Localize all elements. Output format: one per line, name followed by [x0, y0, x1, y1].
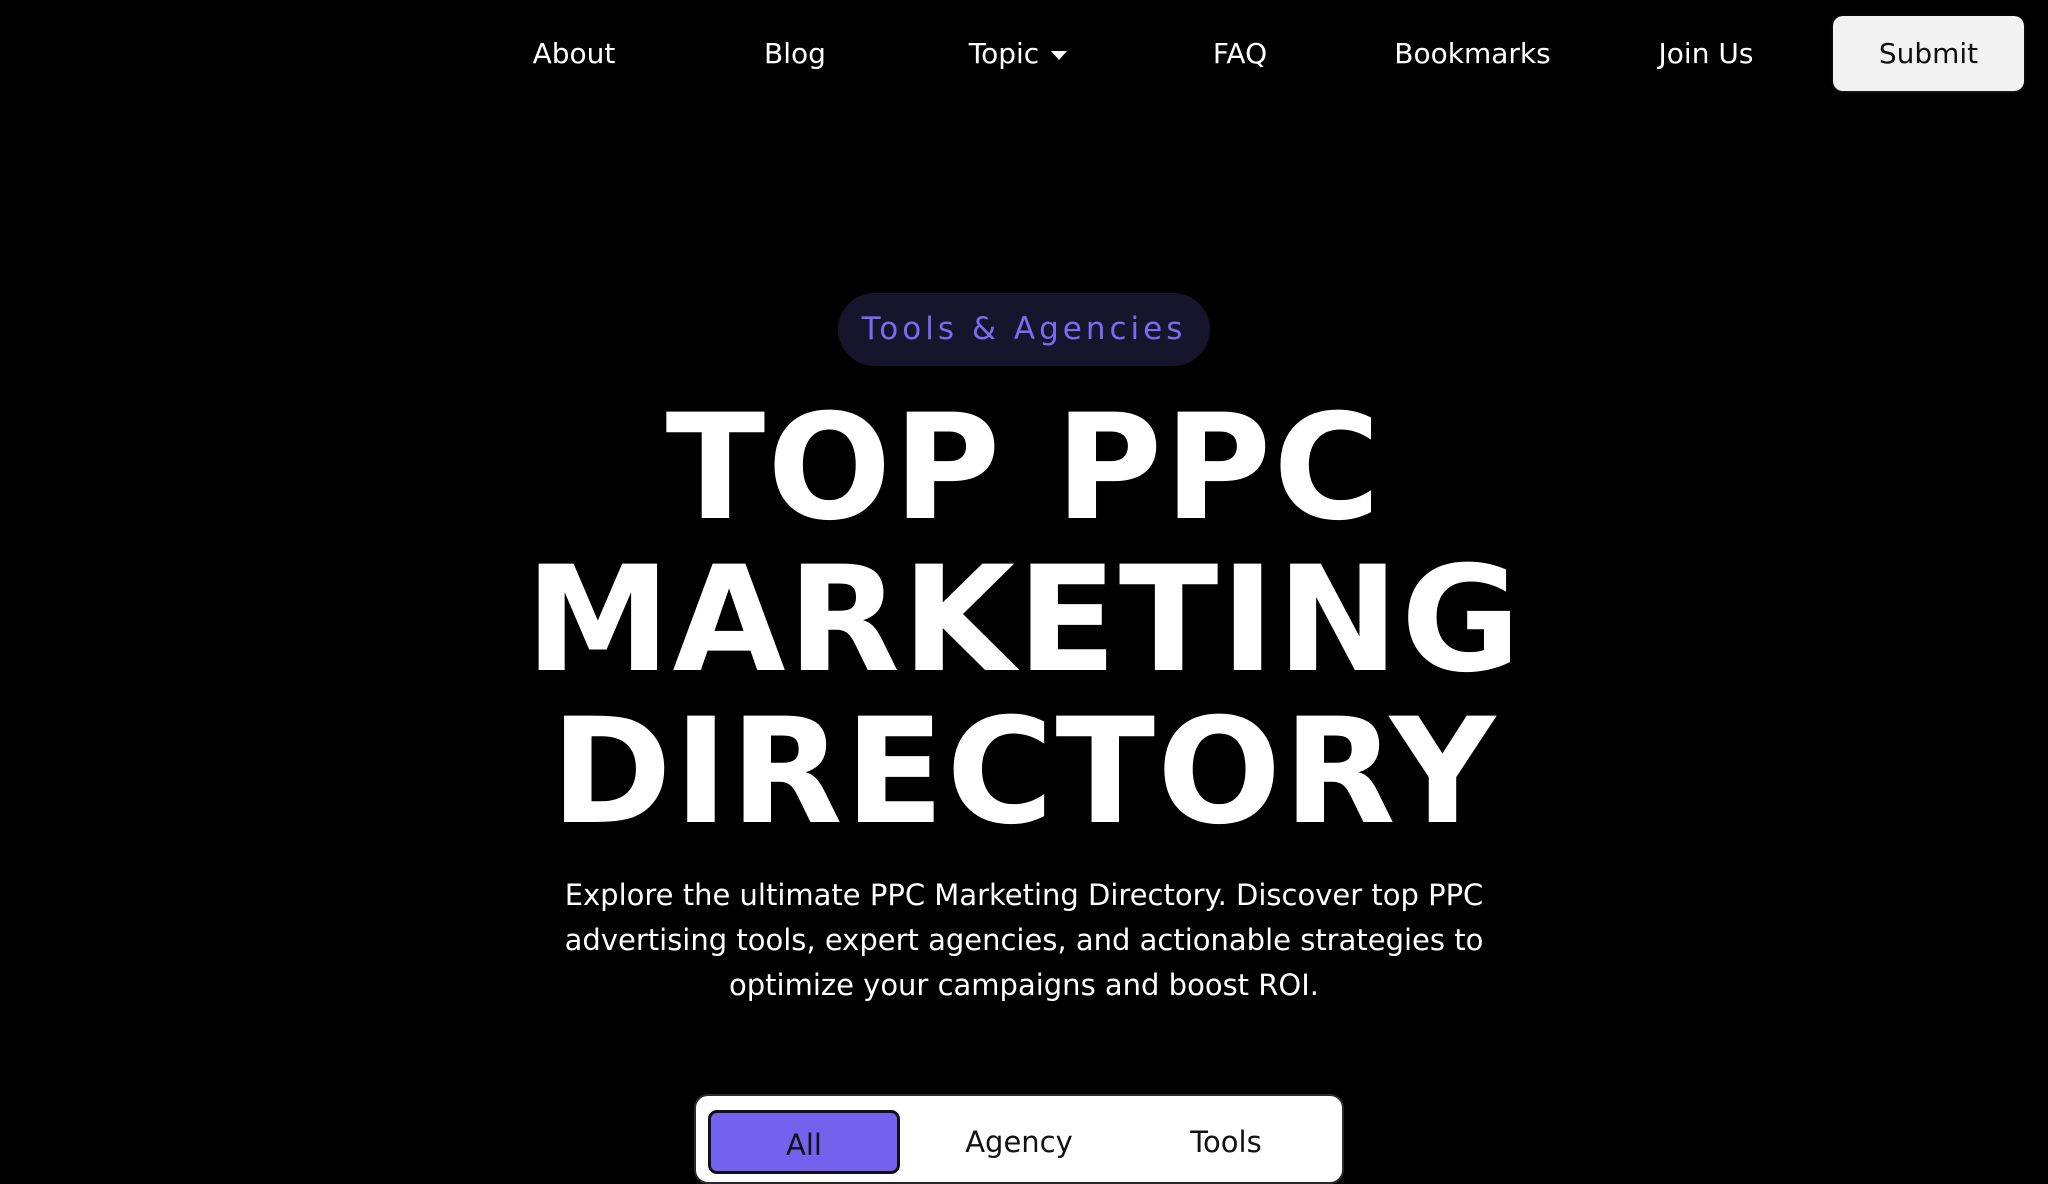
nav-item-topic-label: Topic [968, 37, 1040, 70]
category-badge: Tools & Agencies [838, 293, 1210, 366]
filter-tabs: All Agency Tools [694, 1094, 1344, 1184]
page-title: TOP PPC MARKETING DIRECTORY [174, 392, 1874, 848]
tab-agency[interactable]: Agency [914, 1110, 1124, 1174]
nav-item-blog[interactable]: Blog [745, 33, 845, 75]
page-title-line-3: DIRECTORY [550, 687, 1498, 857]
page-title-line-2: MARKETING [525, 535, 1523, 705]
tab-all[interactable]: All [708, 1110, 900, 1174]
nav-item-bookmarks[interactable]: Bookmarks [1385, 33, 1560, 75]
hero-description: Explore the ultimate PPC Marketing Direc… [564, 878, 1484, 1002]
tab-tools[interactable]: Tools [1121, 1110, 1331, 1174]
page-title-line-1: TOP PPC [665, 383, 1383, 553]
nav-item-about[interactable]: About [512, 33, 636, 75]
caret-down-icon [1051, 50, 1068, 60]
nav-item-join-us[interactable]: Join Us [1645, 33, 1767, 75]
submit-button[interactable]: Submit [1833, 16, 2024, 91]
nav-item-topic[interactable]: Topic [958, 33, 1078, 75]
nav-item-faq[interactable]: FAQ [1200, 33, 1280, 75]
